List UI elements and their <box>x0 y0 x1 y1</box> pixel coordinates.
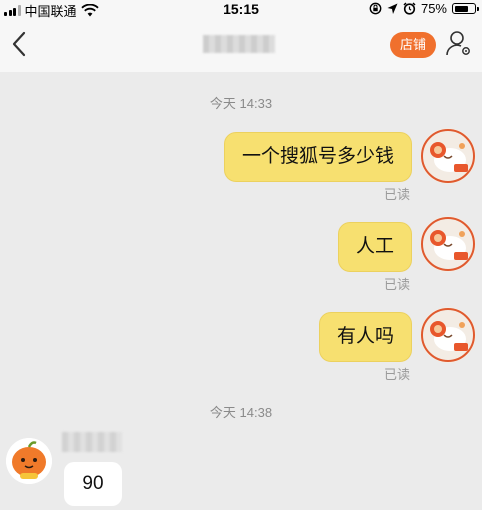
chevron-left-icon[interactable] <box>8 30 32 58</box>
contact-name-redacted <box>203 35 275 53</box>
status-bar: 中国联通 15:15 75% <box>0 0 482 19</box>
read-status: 已读 <box>384 367 411 382</box>
read-status: 已读 <box>384 187 411 202</box>
message-bubble-me[interactable]: 一个搜狐号多少钱 <box>223 132 412 182</box>
status-right: 75% <box>369 1 479 16</box>
message-row: 人工 <box>337 216 476 272</box>
alarm-icon <box>403 2 416 15</box>
location-icon <box>387 3 398 14</box>
shop-button[interactable]: 店铺 <box>390 32 436 58</box>
read-status: 已读 <box>384 277 411 292</box>
battery-percent: 75% <box>420 1 447 16</box>
timestamp: 今天 14:33 <box>209 96 273 111</box>
person-settings-icon[interactable] <box>446 30 472 58</box>
chat-header: 店铺 <box>0 18 482 72</box>
lock-rotation-icon <box>369 2 382 15</box>
message-row: 一个搜狐号多少钱 <box>223 128 476 184</box>
shop-avatar[interactable] <box>6 438 52 484</box>
user-avatar[interactable] <box>420 307 476 363</box>
message-row: 有人吗 <box>318 307 476 363</box>
message-bubble-me[interactable]: 人工 <box>337 222 412 272</box>
battery-icon <box>452 3 479 14</box>
shop-name-redacted <box>62 432 122 452</box>
user-avatar[interactable] <box>420 128 476 184</box>
message-bubble-them[interactable]: 90 <box>64 462 122 506</box>
message-bubble-me[interactable]: 有人吗 <box>318 312 412 362</box>
battery-fill <box>454 5 468 12</box>
user-avatar[interactable] <box>420 216 476 272</box>
timestamp: 今天 14:38 <box>209 405 273 420</box>
